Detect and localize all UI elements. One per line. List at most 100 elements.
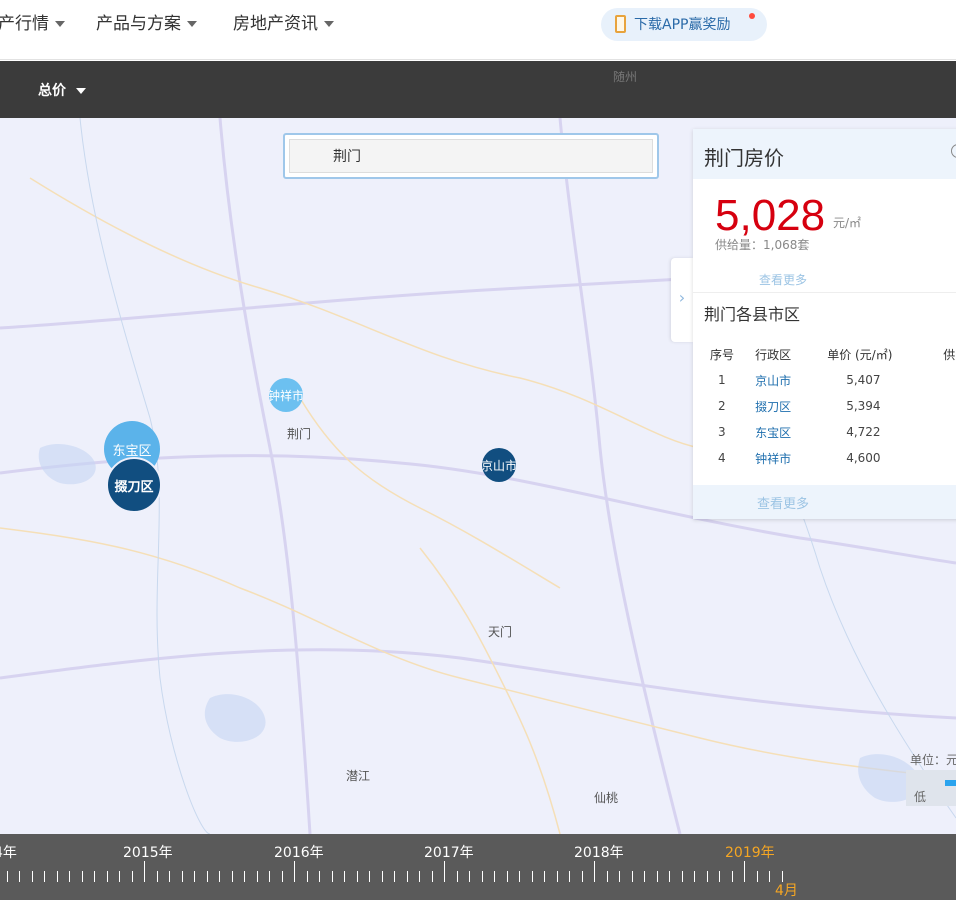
timeline-tick[interactable] <box>531 871 533 882</box>
panel-collapse-toggle[interactable]: › <box>671 258 693 342</box>
timeline-year-2014[interactable]: 4年 <box>0 842 17 862</box>
timeline-tick[interactable] <box>469 871 470 882</box>
timeline-tick[interactable] <box>144 861 145 882</box>
row-price: 4,600 <box>846 451 881 465</box>
table-row: 4 钟祥市 4,600 <box>693 445 956 471</box>
timeline-tick[interactable] <box>231 871 233 882</box>
timeline-tick[interactable] <box>194 871 195 882</box>
row-no: 4 <box>718 451 726 465</box>
timeline-tick[interactable] <box>681 871 683 882</box>
timeline[interactable]: 4年 2015年 2016年 2017年 2018年 2019年 4月 <box>0 834 956 900</box>
timeline-year-2017[interactable]: 2017年 <box>424 842 474 862</box>
timeline-tick[interactable] <box>156 871 158 882</box>
timeline-tick[interactable] <box>319 871 320 882</box>
timeline-year-2016[interactable]: 2016年 <box>274 842 324 862</box>
district-link[interactable]: 东宝区 <box>755 426 791 440</box>
timeline-tick[interactable] <box>169 871 170 882</box>
timeline-tick[interactable] <box>506 871 508 882</box>
timeline-tick[interactable] <box>119 871 120 882</box>
timeline-tick[interactable] <box>669 871 670 882</box>
timeline-tick[interactable] <box>331 871 333 882</box>
timeline-tick[interactable] <box>544 871 545 882</box>
district-link[interactable]: 京山市 <box>755 374 791 388</box>
bubble-jingshan-label: 京山市 <box>482 458 516 473</box>
nav-market-trends[interactable]: 产行情 <box>0 9 65 34</box>
timeline-tick[interactable] <box>694 871 695 882</box>
timeline-tick[interactable] <box>369 871 370 882</box>
nav-products-solutions-label: 产品与方案 <box>96 14 181 34</box>
total-price-dropdown[interactable]: 总价 <box>38 80 86 100</box>
bubble-zhongxiang[interactable]: 钟祥市 <box>269 378 303 412</box>
timeline-tick[interactable] <box>256 871 258 882</box>
timeline-tick[interactable] <box>106 871 108 882</box>
panel-title: 荆门房价 <box>704 146 784 170</box>
timeline-year-2015[interactable]: 2015年 <box>123 842 173 862</box>
timeline-tick[interactable] <box>556 871 558 882</box>
timeline-tick[interactable] <box>456 871 458 882</box>
timeline-tick[interactable] <box>344 871 345 882</box>
timeline-tick[interactable] <box>719 871 720 882</box>
map-label-jingmen: 荆门 <box>287 427 312 441</box>
timeline-tick[interactable] <box>94 871 95 882</box>
timeline-tick[interactable] <box>394 871 395 882</box>
see-more-link[interactable]: 查看更多 <box>693 269 956 293</box>
timeline-tick[interactable] <box>581 871 583 882</box>
timeline-tick[interactable] <box>131 871 133 882</box>
timeline-tick[interactable] <box>281 871 283 882</box>
district-link[interactable]: 掇刀区 <box>755 400 791 414</box>
timeline-tick[interactable] <box>219 871 220 882</box>
timeline-tick[interactable] <box>206 871 208 882</box>
chevron-down-icon <box>76 88 86 94</box>
timeline-tick[interactable] <box>419 871 420 882</box>
nav-real-estate-news[interactable]: 房地产资讯 <box>233 9 334 34</box>
timeline-tick[interactable] <box>481 871 483 882</box>
timeline-tick[interactable] <box>56 871 58 882</box>
download-app-button[interactable]: 下载APP赢奖励 <box>601 8 767 41</box>
see-more-button[interactable]: 查看更多 <box>693 485 956 519</box>
timeline-tick[interactable] <box>19 871 20 882</box>
timeline-tick[interactable] <box>381 871 383 882</box>
timeline-tick[interactable] <box>44 871 45 882</box>
bubble-duodao[interactable]: 掇刀区 <box>106 457 162 513</box>
timeline-tick[interactable] <box>69 871 70 882</box>
timeline-tick[interactable] <box>744 861 745 882</box>
timeline-tick[interactable] <box>356 871 358 882</box>
timeline-tick[interactable] <box>81 871 83 882</box>
timeline-tick[interactable] <box>294 861 295 882</box>
timeline-tick[interactable] <box>756 871 758 882</box>
close-icon[interactable] <box>951 144 956 158</box>
timeline-tick[interactable] <box>31 871 33 882</box>
timeline-tick[interactable] <box>431 871 433 882</box>
district-link[interactable]: 钟祥市 <box>755 452 791 466</box>
timeline-tick[interactable] <box>244 871 245 882</box>
timeline-year-2018[interactable]: 2018年 <box>574 842 624 862</box>
col-header-supply: 供 <box>943 347 956 362</box>
bubble-jingshan[interactable]: 京山市 <box>482 448 516 482</box>
timeline-tick[interactable] <box>606 871 608 882</box>
timeline-tick[interactable] <box>569 871 570 882</box>
timeline-tick[interactable] <box>6 871 8 882</box>
timeline-tick[interactable] <box>406 871 408 882</box>
city-search-input[interactable] <box>289 139 653 173</box>
timeline-year-2019[interactable]: 2019年 <box>725 842 775 862</box>
timeline-tick[interactable] <box>644 871 645 882</box>
timeline-tick[interactable] <box>769 871 770 882</box>
table-row: 1 京山市 5,407 <box>693 367 956 393</box>
timeline-tick[interactable] <box>306 871 308 882</box>
nav-products-solutions[interactable]: 产品与方案 <box>96 9 197 34</box>
col-header-no: 序号 <box>710 347 735 362</box>
timeline-tick[interactable] <box>494 871 495 882</box>
timeline-ticks[interactable] <box>0 861 800 887</box>
timeline-tick[interactable] <box>731 871 733 882</box>
row-price: 5,394 <box>846 399 881 413</box>
timeline-tick[interactable] <box>181 871 183 882</box>
timeline-tick[interactable] <box>706 871 708 882</box>
average-price: 5,028 <box>715 191 826 240</box>
timeline-tick[interactable] <box>444 861 445 882</box>
timeline-tick[interactable] <box>269 871 270 882</box>
timeline-tick[interactable] <box>656 871 658 882</box>
timeline-tick[interactable] <box>631 871 633 882</box>
timeline-tick[interactable] <box>619 871 620 882</box>
timeline-tick[interactable] <box>594 861 595 882</box>
timeline-tick[interactable] <box>519 871 520 882</box>
